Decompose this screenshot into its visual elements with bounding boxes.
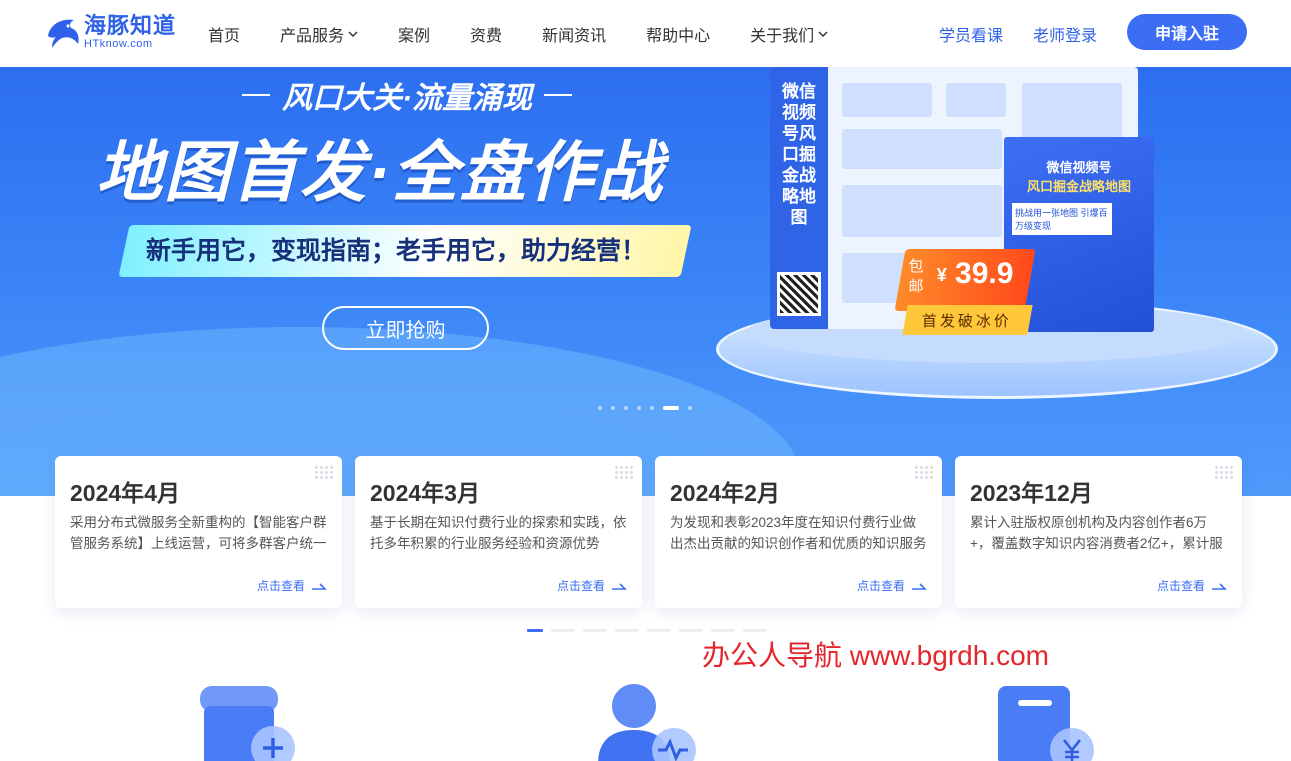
banner-title: 地图首发·全盘作战	[96, 135, 664, 209]
milestone-cards: 2024年4月 采用分布式微服务全新重构的【智能客户群管服务系统】上线运营，可将…	[55, 456, 1255, 608]
arrow-right-icon	[912, 582, 927, 590]
main-nav: 首页 产品服务 案例 资费 新闻资讯 帮助中心 关于我们	[208, 0, 868, 67]
price-currency: ¥	[936, 265, 947, 285]
carousel-dot[interactable]	[688, 406, 692, 410]
view-more-link[interactable]: 点击查看	[857, 577, 927, 594]
banner-slogan: 新手用它，变现指南；老手用它，助力经营！	[118, 225, 692, 277]
logo-domain: HTknow.com	[84, 37, 153, 50]
book-note: 挑战用一张地图 引爆百万级变现	[1012, 203, 1112, 235]
nav-label: 产品服务	[280, 27, 345, 45]
carousel-dot[interactable]	[598, 406, 602, 410]
chevron-down-icon	[348, 30, 358, 37]
drag-grip-icon	[1214, 465, 1234, 479]
banner-subtitle: 风口大关·流量涌现	[230, 73, 584, 117]
banner-subtitle-text: 风口大关·流量涌现	[282, 82, 532, 115]
drag-grip-icon	[914, 465, 934, 479]
qr-code-icon	[777, 272, 821, 316]
hero-banner[interactable]: 风口大关·流量涌现 地图首发·全盘作战 新手用它，变现指南；老手用它，助力经营！…	[0, 67, 1291, 496]
nav-label: 新闻资讯	[542, 27, 607, 45]
nav-label: 资费	[470, 27, 503, 45]
carousel-dot[interactable]	[624, 406, 628, 410]
buy-now-button[interactable]: 立即抢购	[322, 306, 489, 350]
drag-grip-icon	[614, 465, 634, 479]
drag-grip-icon	[314, 465, 334, 479]
nav-label: 关于我们	[750, 27, 815, 45]
milestone-desc: 采用分布式微服务全新重构的【智能客户群管服务系统】上线运营，可将多群客户统一管理	[70, 515, 327, 551]
nav-pricing[interactable]: 资费	[470, 22, 502, 46]
milestone-date: 2024年4月	[70, 480, 180, 506]
milestone-date: 2024年2月	[670, 480, 780, 506]
carousel-dots	[598, 406, 701, 410]
dolphin-logo-icon	[48, 19, 79, 48]
carousel-dot-active[interactable]	[663, 406, 679, 410]
milestone-pager	[527, 629, 775, 632]
milestone-card[interactable]: 2024年2月 为发现和表彰2023年度在知识付费行业做出杰出贡献的知识创作者和…	[655, 456, 942, 608]
nav-cases[interactable]: 案例	[398, 22, 430, 46]
student-courses-link[interactable]: 学员看课	[939, 22, 1003, 46]
view-more-label: 点击查看	[1156, 579, 1205, 593]
apply-join-button[interactable]: 申请入驻	[1127, 14, 1247, 50]
teacher-login-link[interactable]: 老师登录	[1033, 22, 1097, 46]
pager-dot[interactable]	[679, 629, 703, 632]
shop-add-icon	[200, 686, 295, 761]
logo-name: 海豚知道	[84, 12, 177, 38]
nav-label: 帮助中心	[646, 27, 711, 45]
nav-help[interactable]: 帮助中心	[646, 22, 710, 46]
milestone-date: 2023年12月	[970, 480, 1093, 506]
pager-dot[interactable]	[551, 629, 575, 632]
book-title-2: 风口掘金战略地图	[1026, 179, 1131, 194]
milestone-desc: 累计入驻版权原创机构及内容创作者6万+，覆盖数字知识内容消费者2亿+，累计服务	[970, 515, 1223, 551]
milestone-card[interactable]: 2024年3月 基于长期在知识付费行业的探索和实践，依托多年积累的行业服务经验和…	[355, 456, 642, 608]
milestone-card[interactable]: 2023年12月 累计入驻版权原创机构及内容创作者6万+，覆盖数字知识内容消费者…	[955, 456, 1242, 608]
pager-dot-active[interactable]	[527, 629, 543, 632]
view-more-link[interactable]: 点击查看	[257, 577, 327, 594]
launch-price-text: 首发破冰价	[922, 312, 1013, 330]
carousel-dot[interactable]	[611, 406, 615, 410]
carousel-dot[interactable]	[650, 406, 654, 410]
free-shipping-label: 包邮	[908, 258, 924, 295]
launch-price-tag: 首发破冰价	[902, 305, 1033, 335]
milestone-card[interactable]: 2024年4月 采用分布式微服务全新重构的【智能客户群管服务系统】上线运营，可将…	[55, 456, 342, 608]
milestone-desc: 基于长期在知识付费行业的探索和实践，依托多年积累的行业服务经验和资源优势	[370, 515, 627, 551]
arrow-right-icon	[612, 582, 627, 590]
clipboard-yen-icon	[998, 686, 1094, 761]
view-more-label: 点击查看	[856, 579, 905, 593]
milestone-date: 2024年3月	[370, 480, 480, 506]
pager-dot[interactable]	[743, 629, 767, 632]
nav-label: 首页	[208, 27, 241, 45]
pager-dot[interactable]	[583, 629, 607, 632]
nav-news[interactable]: 新闻资讯	[542, 22, 606, 46]
pager-dot[interactable]	[615, 629, 639, 632]
banner-slogan-text: 新手用它，变现指南；老手用它，助力经营！	[146, 237, 647, 265]
user-activity-icon	[598, 684, 696, 761]
pager-dot[interactable]	[711, 629, 735, 632]
poster-vertical-title: 微信视频号风口掘金战略地图	[782, 82, 816, 227]
price-badge: 包邮 ¥ 39.9	[894, 249, 1036, 311]
view-more-link[interactable]: 点击查看	[557, 577, 627, 594]
logo[interactable]: 海豚知道 HTknow.com	[44, 14, 176, 50]
view-more-label: 点击查看	[256, 579, 305, 593]
view-more-link[interactable]: 点击查看	[1157, 577, 1227, 594]
view-more-label: 点击查看	[556, 579, 605, 593]
nav-label: 案例	[398, 27, 431, 45]
pager-dot[interactable]	[647, 629, 671, 632]
chevron-down-icon	[818, 30, 828, 37]
book-title-1: 微信视频号	[1046, 160, 1112, 175]
carousel-dot[interactable]	[637, 406, 641, 410]
top-header: 海豚知道 HTknow.com 首页 产品服务 案例 资费 新闻资讯 帮助中心 …	[0, 0, 1291, 67]
price-value: 39.9	[955, 257, 1014, 290]
milestone-desc: 为发现和表彰2023年度在知识付费行业做出杰出贡献的知识创作者和优质的知识服务	[670, 515, 927, 551]
watermark: 办公人导航 www.bgrdh.com	[702, 640, 1049, 671]
arrow-right-icon	[1212, 582, 1227, 590]
arrow-right-icon	[312, 582, 327, 590]
nav-about[interactable]: 关于我们	[750, 22, 828, 46]
nav-home[interactable]: 首页	[208, 22, 240, 46]
strategy-map-book: 微信视频号 风口掘金战略地图 挑战用一张地图 引爆百万级变现	[1004, 137, 1154, 332]
nav-products[interactable]: 产品服务	[280, 22, 358, 46]
